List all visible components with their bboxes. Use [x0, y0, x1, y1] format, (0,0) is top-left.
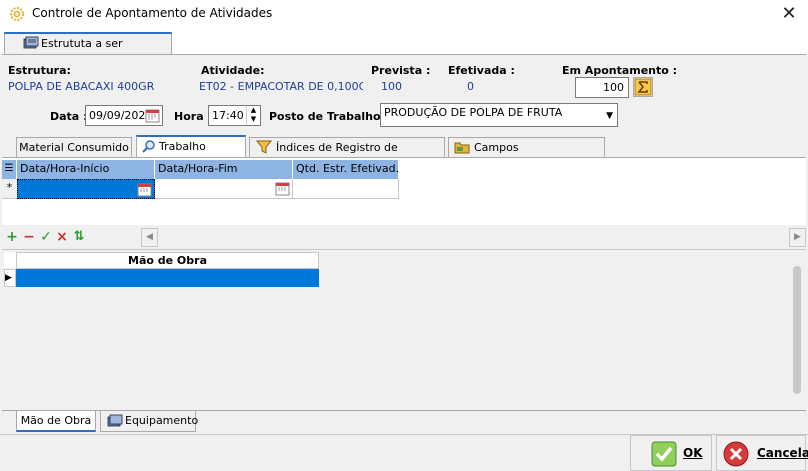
cancel-edit-icon[interactable]: × — [54, 229, 70, 245]
magnifier-icon — [142, 140, 155, 153]
hora-label: Hora : — [174, 110, 212, 123]
refresh-sort-icon[interactable]: ⇅ — [71, 229, 87, 245]
col-qtd-estr-efetivada[interactable]: Qtd. Estr. Efetivad... — [293, 160, 399, 179]
scroll-left-icon[interactable]: ◀ — [141, 228, 158, 247]
ok-label: OK — [683, 446, 703, 460]
col-data-hora-inicio[interactable]: Data/Hora-Início — [17, 160, 155, 179]
col-data-hora-fim[interactable]: Data/Hora-Fim — [155, 160, 293, 179]
hora-input[interactable]: 17:40 ▲ ▼ — [208, 105, 261, 126]
posto-select[interactable]: PRODUÇÃO DE POLPA DE FRUTA ▼ — [380, 103, 618, 127]
estrutura-label: Estrutura: — [8, 64, 71, 77]
add-icon[interactable]: + — [4, 229, 20, 245]
remove-icon[interactable]: − — [21, 229, 37, 245]
cancel-label: Cancelar — [757, 446, 808, 460]
efetivada-value: 0 — [467, 80, 474, 93]
prevista-value: 100 — [381, 80, 402, 93]
tab-trabalho-efetivo[interactable]: Trabalho Efetivo — [136, 135, 246, 172]
window-title: Controle de Apontamento de Atividades — [32, 6, 273, 20]
tab-equipamento[interactable]: Equipamento — [100, 411, 199, 432]
spin-up-icon[interactable]: ▲ — [247, 106, 260, 115]
tab-material-consumido[interactable]: Material Consumido — [16, 137, 132, 158]
grid-toolbar: + − ✓ × ⇅ ◀ ▶ — [2, 225, 806, 250]
close-button[interactable]: ✕ — [776, 2, 802, 26]
tab-estrutura[interactable]: Estrututa a ser Produzida — [4, 32, 172, 69]
scrollbar-thumb[interactable] — [793, 266, 801, 394]
grid-select-all[interactable]: ☰ — [2, 160, 17, 179]
grid2-corner — [4, 252, 16, 268]
ok-button[interactable]: OK — [630, 435, 712, 471]
cell-qtd[interactable] — [293, 179, 399, 199]
atividade-value: ET02 - EMPACOTAR DE 0,100G PA — [199, 80, 363, 93]
cell-fim[interactable] — [155, 179, 293, 199]
data-label: Data : — [50, 110, 88, 123]
hora-value: 17:40 — [212, 109, 244, 122]
sum-button[interactable] — [633, 77, 653, 97]
cancel-icon — [723, 441, 749, 467]
new-row-marker: * — [2, 179, 17, 199]
prevista-label: Prevista : — [371, 64, 431, 77]
em-apontamento-input[interactable]: 100 — [575, 77, 629, 98]
cell-inicio[interactable] — [17, 179, 155, 199]
tab-mao-de-obra-label: Mão de Obra — [20, 414, 92, 427]
em-apontamento-label: Em Apontamento : — [562, 64, 678, 77]
tab-campos-complementares[interactable]: Campos Complementares — [448, 137, 605, 173]
check-icon — [651, 441, 677, 467]
efetivada-label: Efetivada : — [448, 64, 515, 77]
vertical-scrollbar[interactable] — [789, 250, 806, 410]
spin-down-icon[interactable]: ▼ — [247, 115, 260, 124]
posto-value: PRODUÇÃO DE POLPA DE FRUTA — [384, 106, 563, 119]
scroll-right-icon[interactable]: ▶ — [789, 228, 806, 247]
tab-mao-de-obra[interactable]: Mão de Obra — [16, 411, 96, 432]
funnel-icon — [256, 140, 272, 154]
data-input[interactable]: 09/09/2025 — [85, 105, 163, 126]
calendar-icon[interactable] — [275, 181, 290, 196]
folder-icon — [454, 142, 470, 154]
chevron-down-icon[interactable]: ▼ — [606, 107, 613, 125]
cancel-button[interactable]: Cancelar — [716, 435, 808, 471]
sigma-icon — [634, 78, 652, 96]
posto-label: Posto de Trabalho : — [269, 110, 389, 123]
hora-spinner[interactable]: ▲ ▼ — [246, 106, 260, 125]
table-row-selected[interactable] — [16, 269, 319, 287]
calendar-icon[interactable] — [137, 182, 152, 197]
tab-indices[interactable]: Índices de Registro de Produção — [249, 137, 445, 173]
atividade-label: Atividade: — [201, 64, 265, 77]
data-value: 09/09/2025 — [89, 109, 153, 122]
calendar-icon[interactable] — [145, 108, 160, 123]
estrutura-value: POLPA DE ABACAXI 400GR — [8, 80, 155, 93]
structure-icon — [23, 36, 39, 49]
app-gear-icon — [10, 7, 24, 21]
row-indicator: ▶ — [4, 269, 16, 287]
tab-material-consumido-label: Material Consumido — [19, 141, 129, 154]
equipment-icon — [107, 414, 123, 427]
tab-equipamento-label: Equipamento — [125, 414, 199, 427]
confirm-icon[interactable]: ✓ — [38, 229, 54, 245]
col-mao-de-obra[interactable]: Mão de Obra — [16, 252, 319, 269]
